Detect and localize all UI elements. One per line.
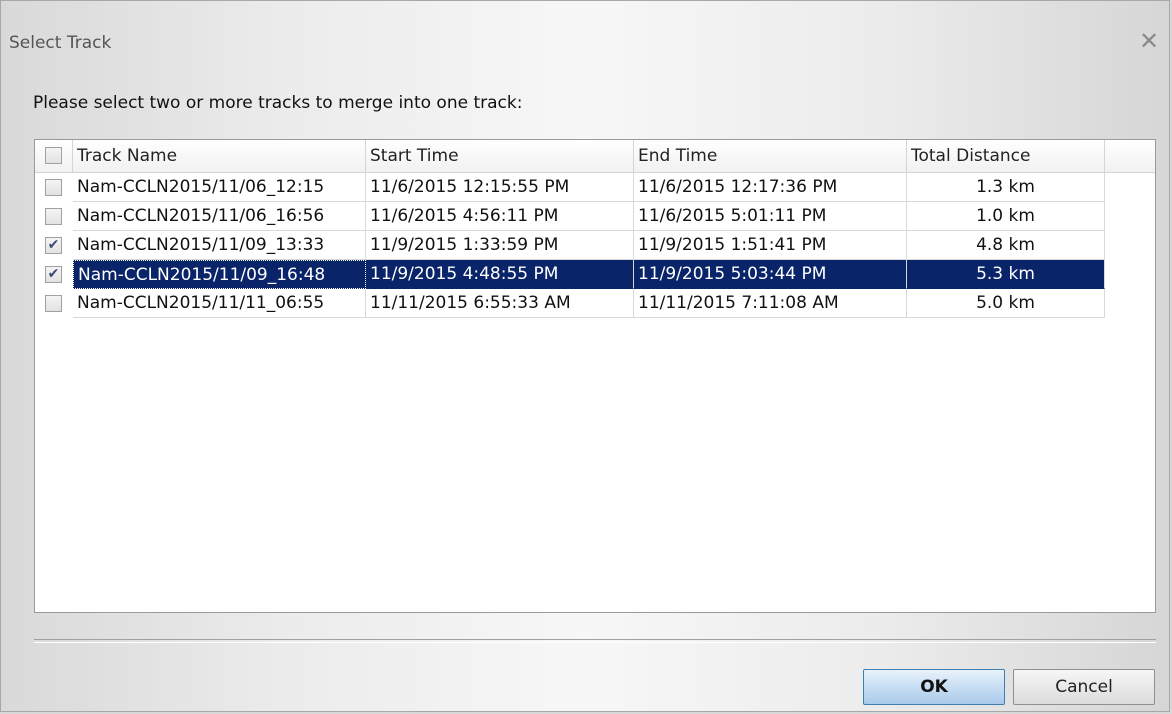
cell-track-name: Nam-CCLN2015/11/06_16:56	[73, 202, 366, 231]
cell-start-time: 11/9/2015 1:33:59 PM	[366, 231, 634, 260]
select-all-cell	[35, 140, 73, 172]
cell-start-time: 11/11/2015 6:55:33 AM	[366, 289, 634, 318]
unchecked-checkbox[interactable]	[45, 295, 62, 312]
cell-track-name: Nam-CCLN2015/11/11_06:55	[73, 289, 366, 318]
ok-button[interactable]: OK	[863, 669, 1005, 705]
checked-checkbox[interactable]: ✔	[45, 237, 62, 254]
cell-total-distance: 4.8 km	[907, 231, 1105, 260]
cancel-button[interactable]: Cancel	[1013, 669, 1155, 705]
cell-total-distance: 5.0 km	[907, 289, 1105, 318]
cell-end-time: 11/9/2015 1:51:41 PM	[634, 231, 907, 260]
table-row[interactable]: ✔ Nam-CCLN2015/11/09_16:48 11/9/2015 4:48:…	[35, 260, 1105, 289]
cell-total-distance: 1.0 km	[907, 202, 1105, 231]
cell-end-time: 11/6/2015 5:01:11 PM	[634, 202, 907, 231]
table-row[interactable]: Nam-CCLN2015/11/06_16:56 11/6/2015 4:56:1…	[35, 202, 1105, 231]
cell-total-distance: 5.3 km	[907, 260, 1105, 289]
row-checkbox-cell	[35, 289, 73, 318]
row-checkbox-cell: ✔	[35, 260, 73, 289]
close-icon[interactable]: ✕	[1135, 27, 1163, 55]
select-all-checkbox[interactable]	[45, 147, 62, 164]
cell-total-distance: 1.3 km	[907, 173, 1105, 202]
cell-start-time: 11/6/2015 4:56:11 PM	[366, 202, 634, 231]
column-header-track-name[interactable]: Track Name	[73, 140, 366, 172]
table-row[interactable]: Nam-CCLN2015/11/11_06:55 11/11/2015 6:55:…	[35, 289, 1105, 318]
track-list-header: Track Name Start Time End Time Total Dis…	[35, 140, 1155, 173]
table-row[interactable]: ✔ Nam-CCLN2015/11/09_13:33 11/9/2015 1:33:…	[35, 231, 1105, 260]
select-track-dialog: Select Track ✕ Please select two or more…	[0, 0, 1170, 712]
row-checkbox-cell	[35, 173, 73, 202]
separator-line	[34, 639, 1156, 643]
table-row[interactable]: Nam-CCLN2015/11/06_12:15 11/6/2015 12:15:…	[35, 173, 1105, 202]
column-header-total-distance[interactable]: Total Distance	[907, 140, 1105, 172]
dialog-title: Select Track	[9, 33, 112, 53]
cell-start-time: 11/6/2015 12:15:55 PM	[366, 173, 634, 202]
cell-track-name: Nam-CCLN2015/11/09_13:33	[73, 231, 366, 260]
track-list[interactable]: Track Name Start Time End Time Total Dis…	[34, 139, 1156, 613]
cell-end-time: 11/6/2015 12:17:36 PM	[634, 173, 907, 202]
cell-start-time: 11/9/2015 4:48:55 PM	[366, 260, 634, 289]
row-checkbox-cell	[35, 202, 73, 231]
cell-end-time: 11/9/2015 5:03:44 PM	[634, 260, 907, 289]
column-header-start-time[interactable]: Start Time	[366, 140, 634, 172]
column-header-end-time[interactable]: End Time	[634, 140, 907, 172]
row-checkbox-cell: ✔	[35, 231, 73, 260]
instruction-text: Please select two or more tracks to merg…	[33, 93, 523, 113]
checked-checkbox[interactable]: ✔	[45, 266, 62, 283]
cell-track-name: Nam-CCLN2015/11/09_16:48	[73, 260, 366, 289]
cell-track-name: Nam-CCLN2015/11/06_12:15	[73, 173, 366, 202]
unchecked-checkbox[interactable]	[45, 208, 62, 225]
unchecked-checkbox[interactable]	[45, 179, 62, 196]
cell-end-time: 11/11/2015 7:11:08 AM	[634, 289, 907, 318]
